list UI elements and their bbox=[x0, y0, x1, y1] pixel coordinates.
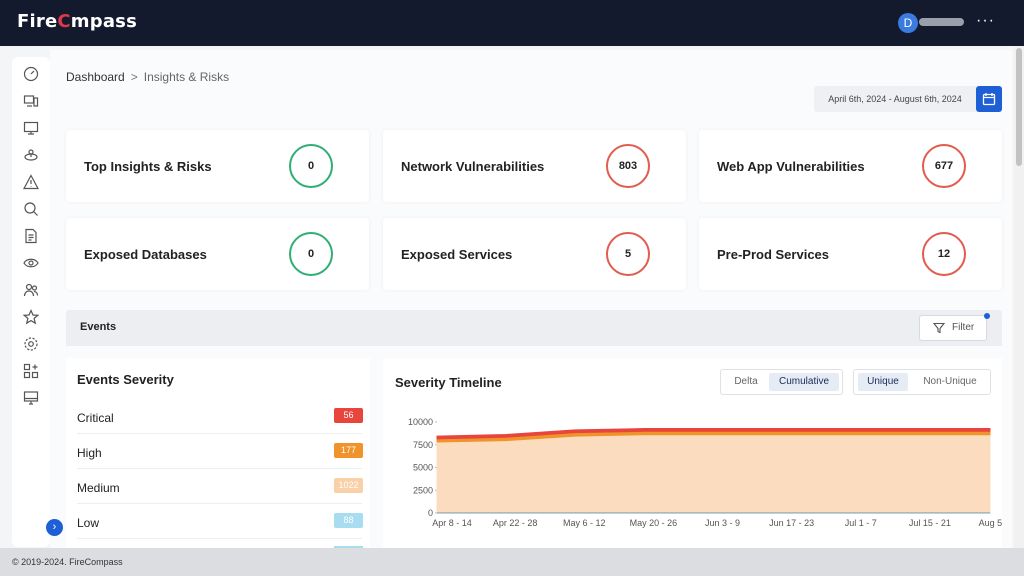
monitor-icon[interactable] bbox=[23, 120, 39, 136]
breadcrumb-current: Insights & Risks bbox=[143, 70, 230, 84]
severity-label: High bbox=[77, 446, 102, 460]
users-icon[interactable] bbox=[23, 282, 39, 298]
y-tick-label: 7500 bbox=[413, 440, 433, 450]
card-exposed-services[interactable]: Exposed Services 5 bbox=[383, 218, 686, 290]
x-tick-label: Jul 1 - 7 bbox=[845, 518, 877, 528]
more-options-icon[interactable]: ··· bbox=[976, 12, 995, 30]
x-tick-label: Jun 3 - 9 bbox=[705, 518, 740, 528]
severity-row-low[interactable]: Low 88 bbox=[77, 505, 363, 539]
card-top-insights[interactable]: Top Insights & Risks 0 bbox=[66, 130, 369, 202]
card-value-circle: 0 bbox=[289, 144, 333, 188]
severity-count-badge: 177 bbox=[334, 443, 363, 458]
card-value-circle: 12 bbox=[922, 232, 966, 276]
events-severity-title: Events Severity bbox=[77, 372, 174, 387]
card-value-circle: 5 bbox=[606, 232, 650, 276]
y-tick-label: 2500 bbox=[413, 485, 433, 495]
card-title: Top Insights & Risks bbox=[84, 159, 212, 174]
card-value-circle: 677 bbox=[922, 144, 966, 188]
footer: © 2019-2024. FireCompass bbox=[0, 548, 1024, 576]
card-title: Web App Vulnerabilities bbox=[717, 159, 865, 174]
card-value-circle: 803 bbox=[606, 144, 650, 188]
severity-count-badge: 1022 bbox=[334, 478, 363, 493]
settings-icon[interactable] bbox=[23, 336, 39, 352]
events-title: Events bbox=[80, 321, 117, 333]
y-tick-label: 5000 bbox=[413, 463, 433, 473]
x-tick-label: Jul 15 - 21 bbox=[909, 518, 951, 528]
severity-label: Low bbox=[77, 516, 100, 530]
chevron-right-icon: > bbox=[130, 70, 138, 84]
search-icon[interactable] bbox=[23, 201, 39, 217]
top-bar: FireCmpass D ··· bbox=[0, 0, 1024, 46]
x-tick-label: Apr 8 - 14 bbox=[432, 518, 472, 528]
star-icon[interactable] bbox=[22, 309, 40, 325]
calendar-icon bbox=[982, 93, 996, 106]
severity-row-medium[interactable]: Medium 1022 bbox=[77, 470, 363, 504]
card-pre-prod-services[interactable]: Pre-Prod Services 12 bbox=[699, 218, 1002, 290]
events-severity-panel: Events Severity Critical 56 High 177 Med… bbox=[66, 358, 370, 548]
breadcrumb: Dashboard > Insights & Risks bbox=[66, 70, 229, 84]
card-network-vulnerabilities[interactable]: Network Vulnerabilities 803 bbox=[383, 130, 686, 202]
x-tick-label: Aug 5 - 11 bbox=[979, 518, 1002, 528]
date-range-display[interactable]: April 6th, 2024 - August 6th, 2024 bbox=[814, 86, 976, 112]
x-tick-label: Jun 17 - 23 bbox=[769, 518, 814, 528]
y-tick-label: 0 bbox=[428, 508, 433, 518]
card-title: Exposed Databases bbox=[84, 247, 207, 262]
filter-button[interactable]: Filter bbox=[919, 315, 987, 341]
severity-count-badge: 56 bbox=[334, 408, 363, 423]
severity-timeline-panel: Severity Timeline Delta Cumulative Uniqu… bbox=[383, 358, 1002, 548]
severity-timeline-chart: 0 2500 5000 7500 10000 Apr 8 - 14 Apr 22 - 28… bbox=[408, 417, 1002, 528]
card-title: Exposed Services bbox=[401, 247, 513, 262]
filter-icon bbox=[933, 322, 945, 334]
dashboard-gauge-icon[interactable] bbox=[23, 66, 39, 82]
user-name-redacted[interactable] bbox=[919, 18, 964, 26]
events-header: Events Filter bbox=[66, 310, 1002, 346]
card-title: Network Vulnerabilities bbox=[401, 159, 545, 174]
card-web-app-vulnerabilities[interactable]: Web App Vulnerabilities 677 bbox=[699, 130, 1002, 202]
severity-label: Critical bbox=[77, 411, 114, 425]
eye-icon[interactable] bbox=[23, 255, 39, 271]
severity-row-high[interactable]: High 177 bbox=[77, 435, 363, 469]
filter-active-indicator bbox=[984, 313, 990, 319]
devices-icon[interactable] bbox=[23, 93, 39, 109]
y-tick-label: 10000 bbox=[408, 417, 433, 427]
severity-label: Medium bbox=[77, 481, 120, 495]
card-exposed-databases[interactable]: Exposed Databases 0 bbox=[66, 218, 369, 290]
filter-label: Filter bbox=[952, 322, 975, 333]
x-tick-label: May 6 - 12 bbox=[563, 518, 606, 528]
area-series-1[interactable] bbox=[436, 434, 991, 513]
calendar-button[interactable] bbox=[976, 86, 1002, 112]
apps-icon[interactable] bbox=[23, 363, 39, 379]
severity-row-critical[interactable]: Critical 56 bbox=[77, 400, 363, 434]
sidebar bbox=[12, 57, 50, 547]
document-icon[interactable] bbox=[23, 228, 39, 244]
x-tick-label: May 20 - 26 bbox=[630, 518, 678, 528]
breadcrumb-dashboard-link[interactable]: Dashboard bbox=[66, 70, 125, 84]
desktop-icon[interactable] bbox=[23, 390, 39, 406]
x-tick-label: Apr 22 - 28 bbox=[493, 518, 538, 528]
scrollbar-thumb[interactable] bbox=[1016, 48, 1022, 166]
user-avatar[interactable]: D bbox=[898, 13, 918, 33]
network-icon[interactable] bbox=[23, 147, 39, 163]
firecompass-logo[interactable]: FireCmpass bbox=[17, 11, 137, 32]
sidebar-expand-button[interactable]: › bbox=[46, 519, 63, 536]
severity-count-badge: 88 bbox=[334, 513, 363, 528]
warning-icon[interactable] bbox=[22, 174, 40, 190]
card-value-circle: 0 bbox=[289, 232, 333, 276]
page-scrollbar[interactable] bbox=[1014, 46, 1024, 548]
card-title: Pre-Prod Services bbox=[717, 247, 830, 262]
